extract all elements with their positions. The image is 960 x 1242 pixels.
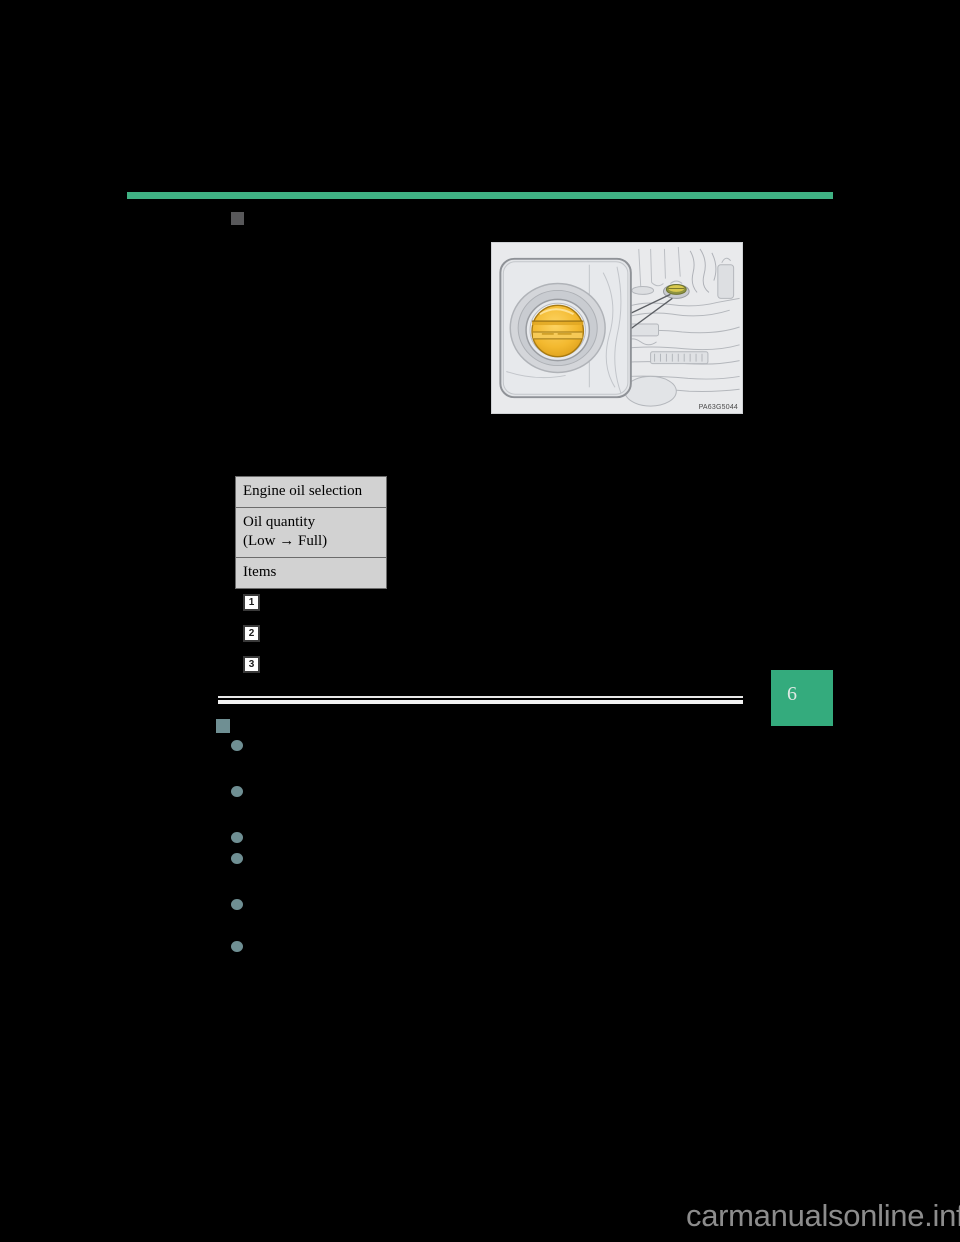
section-divider: [218, 696, 743, 704]
list-item-bullet-icon: [231, 853, 243, 864]
redacted-callout-text: [266, 592, 566, 676]
table-cell-oil-quantity: Oil quantity (Low → Full): [235, 507, 387, 558]
site-watermark: carmanualsonline.info: [686, 1198, 960, 1233]
table-row: Engine oil selection: [235, 476, 387, 508]
list-item-bullet-icon: [231, 740, 243, 751]
list-item-bullet-icon: [231, 941, 243, 952]
chapter-tab-6[interactable]: 6: [771, 670, 833, 726]
list-item-bullet-icon: [231, 832, 243, 843]
redacted-body-text-upper-2: [232, 424, 732, 468]
table-row: Oil quantity (Low → Full): [235, 507, 387, 558]
engine-oil-cap-illustration: PA63G5044: [491, 242, 743, 414]
table-row: Items: [235, 557, 387, 589]
illustration-id-label: PA63G5044: [698, 404, 738, 411]
callout-number-3: 3: [243, 656, 260, 673]
table-cell-items: Items: [235, 557, 387, 589]
chapter-tab-number: 6: [787, 683, 797, 705]
list-item-bullet-icon: [231, 899, 243, 910]
redacted-body-text-upper: [232, 234, 452, 444]
callout-number-1: 1: [243, 594, 260, 611]
engine-oil-table: Engine oil selection Oil quantity (Low →…: [235, 476, 387, 589]
callout-number-2: 2: [243, 625, 260, 642]
header-rule: [127, 192, 833, 199]
redacted-notice-text: [248, 736, 748, 966]
manual-page: PA63G5044 Engine oil selection Oil quant…: [0, 0, 960, 1242]
notice-section-marker-icon: [216, 719, 230, 733]
section-heading-marker-icon: [231, 212, 244, 225]
list-item-bullet-icon: [231, 786, 243, 797]
divider-line-bottom: [218, 700, 743, 704]
table-cell-engine-oil-selection: Engine oil selection: [235, 476, 387, 508]
divider-line-top: [218, 696, 743, 698]
